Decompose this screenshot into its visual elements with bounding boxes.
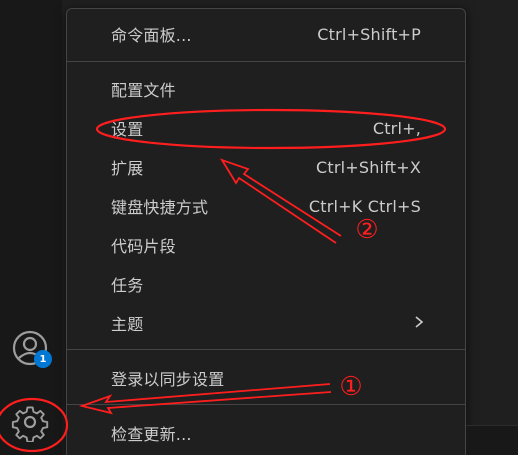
menu-separator	[67, 404, 465, 405]
gear-icon	[10, 402, 50, 446]
accounts-badge: 1	[34, 350, 52, 368]
menu-item-tasks[interactable]: 任务	[77, 268, 455, 300]
accounts-button[interactable]: 1	[6, 328, 54, 372]
menu-item-snippets[interactable]: 代码片段	[77, 229, 455, 261]
menu-item-shortcut: Ctrl+K Ctrl+S	[308, 196, 421, 216]
menu-item-label: 登录以同步设置	[111, 370, 225, 389]
menu-item-themes[interactable]: 主题	[77, 307, 455, 339]
menu-item-label: 命令面板...	[111, 26, 192, 45]
menu-separator	[67, 349, 465, 350]
menu-item-label: 键盘快捷方式	[111, 198, 209, 217]
chevron-right-icon	[413, 313, 425, 334]
menu-separator	[67, 61, 465, 62]
manage-button[interactable]	[6, 402, 54, 446]
menu-item-label: 任务	[111, 276, 144, 295]
menu-item-label: 扩展	[111, 159, 144, 178]
activity-bar: 1	[0, 0, 62, 455]
manage-menu: 命令面板... Ctrl+Shift+P 配置文件 设置 Ctrl+, 扩展 C…	[66, 8, 466, 455]
vscode-window: 1 命令面板... Ctrl+Shift+P 配置文件 设置 Ctrl+, 扩展…	[0, 0, 518, 455]
menu-item-label: 主题	[111, 315, 144, 334]
menu-item-label: 检查更新...	[111, 425, 192, 444]
menu-item-profiles[interactable]: 配置文件	[77, 73, 455, 105]
menu-item-sign-in-sync[interactable]: 登录以同步设置	[77, 362, 455, 394]
panel-edge	[466, 425, 518, 455]
menu-item-shortcut: Ctrl+,	[372, 118, 421, 138]
menu-item-command-palette[interactable]: 命令面板... Ctrl+Shift+P	[77, 18, 455, 50]
menu-item-extensions[interactable]: 扩展 Ctrl+Shift+X	[77, 151, 455, 183]
menu-item-label: 设置	[111, 120, 144, 139]
menu-item-label: 配置文件	[111, 81, 176, 100]
menu-item-check-updates[interactable]: 检查更新...	[77, 417, 455, 449]
menu-item-keyboard-shortcuts[interactable]: 键盘快捷方式 Ctrl+K Ctrl+S	[77, 190, 455, 222]
menu-item-settings[interactable]: 设置 Ctrl+,	[77, 112, 455, 144]
menu-item-label: 代码片段	[111, 237, 176, 256]
menu-item-shortcut: Ctrl+Shift+X	[315, 157, 421, 177]
menu-item-shortcut: Ctrl+Shift+P	[317, 24, 421, 44]
